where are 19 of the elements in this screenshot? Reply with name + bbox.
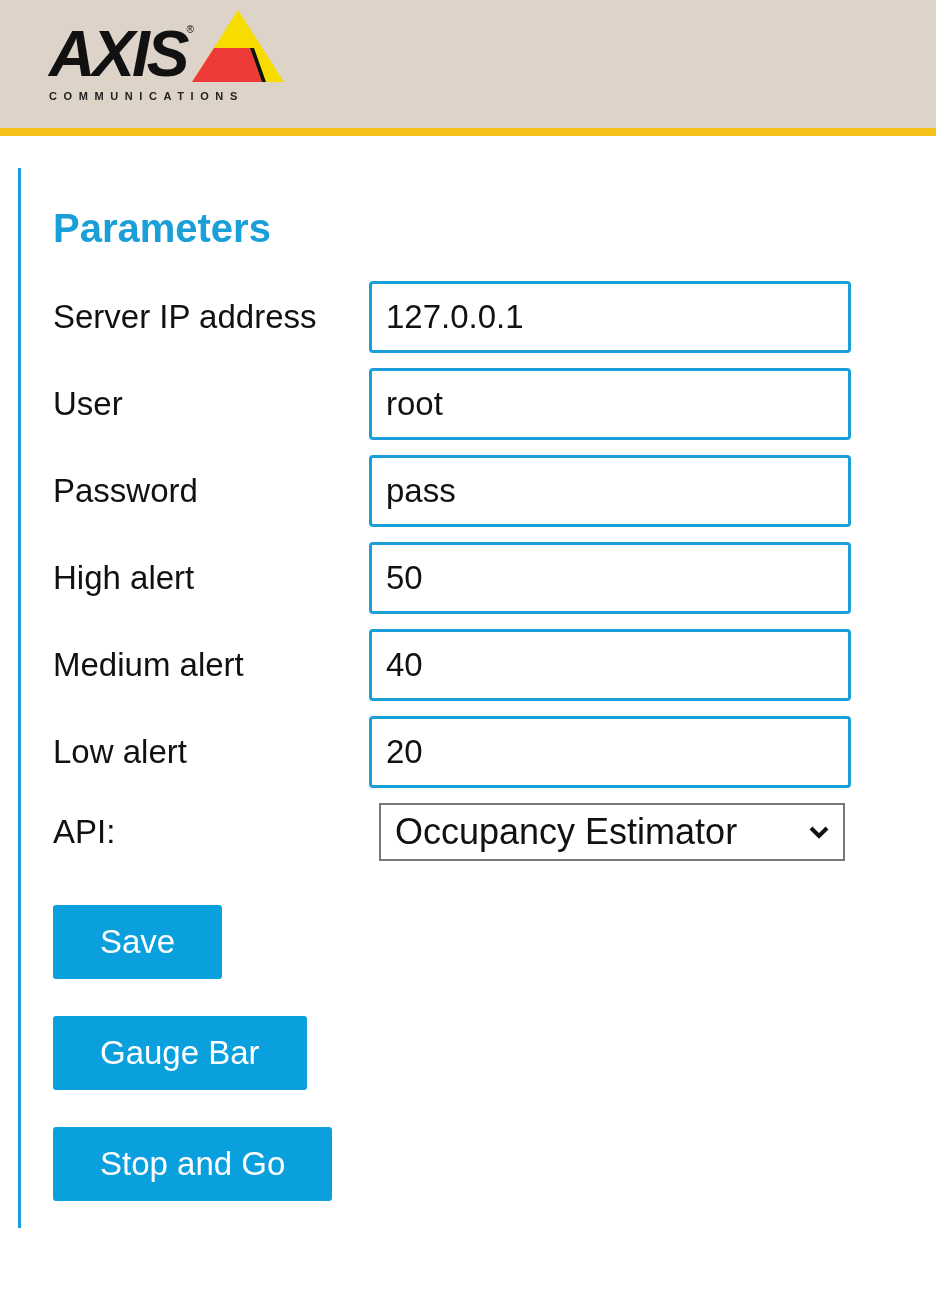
registered-mark: ® bbox=[186, 24, 194, 35]
field-label: High alert bbox=[53, 559, 196, 597]
input-field[interactable]: 20 bbox=[369, 716, 851, 788]
input-field[interactable]: 50 bbox=[369, 542, 851, 614]
section-heading: Parameters bbox=[53, 206, 272, 251]
input-field[interactable]: root bbox=[369, 368, 851, 440]
api-dropdown[interactable]: Occupancy Estimator bbox=[379, 803, 845, 861]
logo-wordmark: AXIS bbox=[49, 22, 187, 86]
input-field[interactable]: 127.0.0.1 bbox=[369, 281, 851, 353]
field-label: Low alert bbox=[53, 733, 188, 771]
field-label: Password bbox=[53, 472, 199, 510]
input-field[interactable]: pass bbox=[369, 455, 851, 527]
input-field[interactable]: 40 bbox=[369, 629, 851, 701]
field-label: Server IP address bbox=[53, 298, 318, 336]
field-label: User bbox=[53, 385, 124, 423]
logo-tagline: COMMUNICATIONS bbox=[49, 90, 245, 102]
chevron-down-icon bbox=[809, 825, 829, 839]
field-label: Medium alert bbox=[53, 646, 245, 684]
field-label: API: bbox=[53, 813, 117, 851]
